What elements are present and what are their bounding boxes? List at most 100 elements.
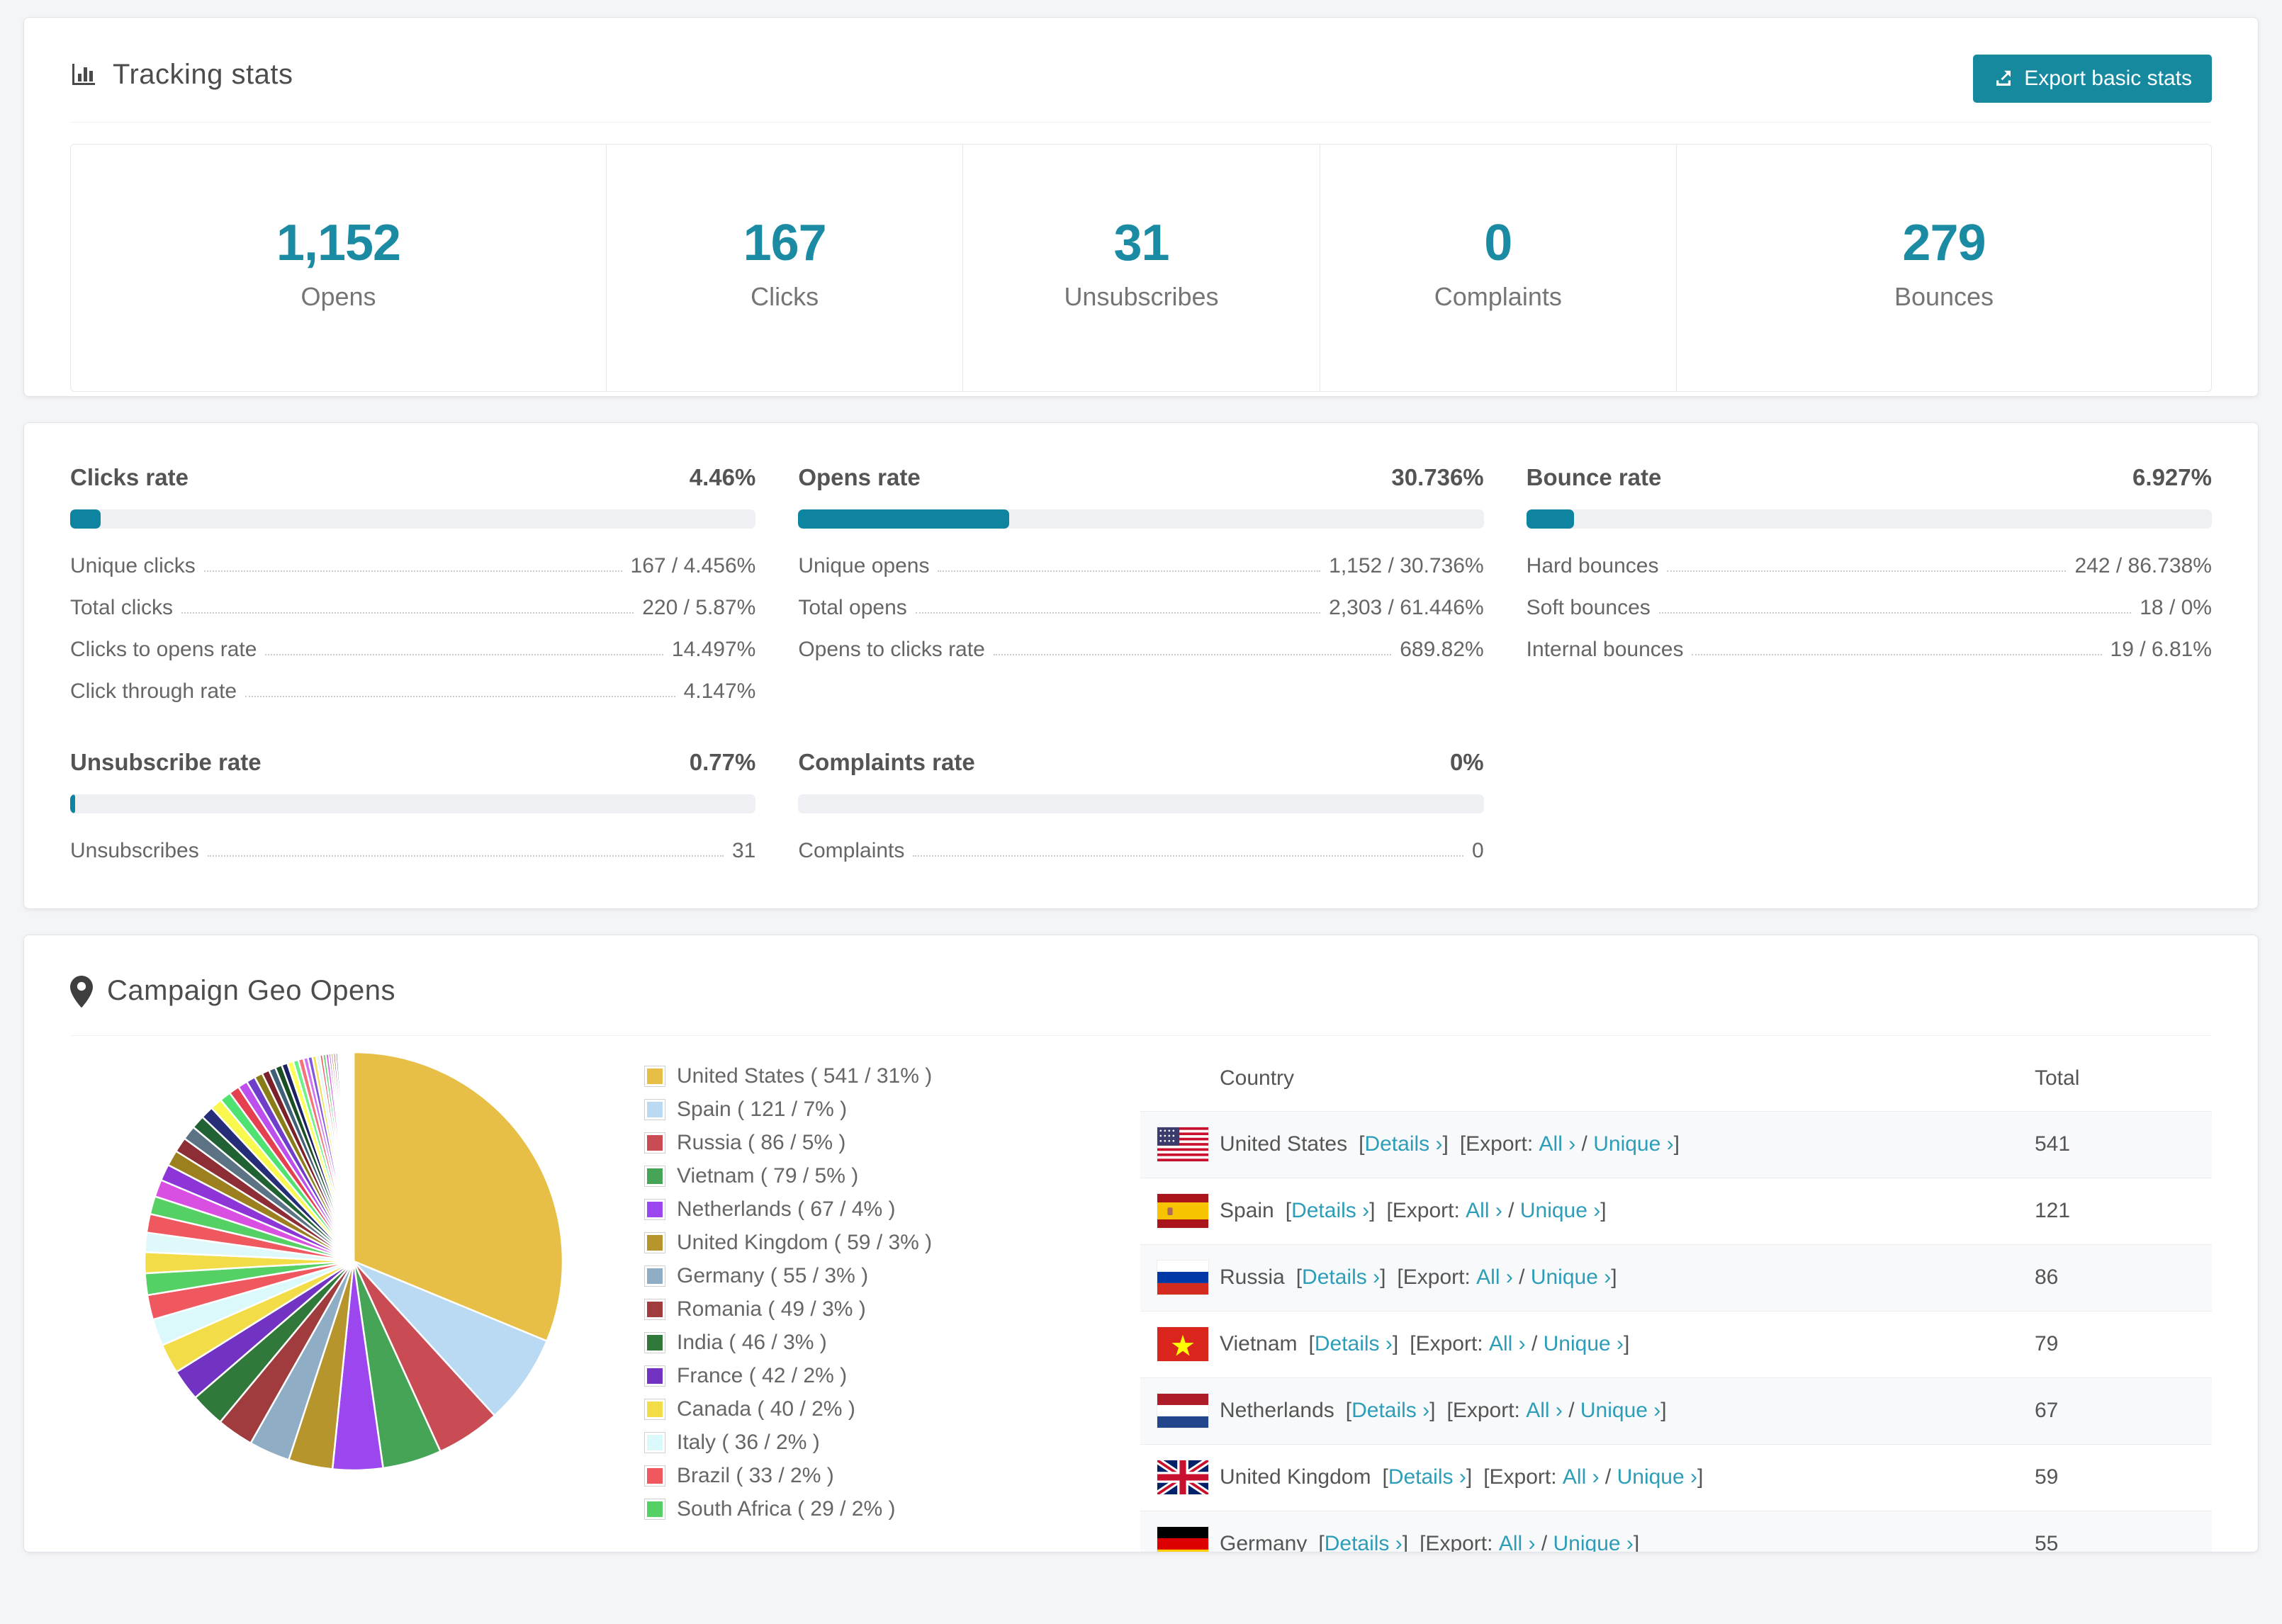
legend-item: Netherlands ( 67 / 4% ) (644, 1197, 1140, 1222)
export-unique-link[interactable]: Unique › (1520, 1199, 1600, 1222)
rate-stat-value: 167 / 4.456% (630, 554, 756, 577)
dotted-leader (265, 654, 663, 655)
rate-stat-row: Unsubscribes 31 (70, 840, 755, 862)
export-all-link[interactable]: All › (1476, 1265, 1513, 1289)
legend-label: United Kingdom ( 59 / 3% ) (677, 1231, 933, 1254)
legend-label: Germany ( 55 / 3% ) (677, 1264, 869, 1287)
legend-swatch (644, 1432, 665, 1453)
legend-label: Netherlands ( 67 / 4% ) (677, 1197, 896, 1221)
details-link[interactable]: Details › (1291, 1199, 1369, 1222)
rate-stat-label: Hard bounces (1526, 554, 1659, 577)
legend-item: Brazil ( 33 / 2% ) (644, 1464, 1140, 1488)
rate-progress-fill (70, 794, 76, 813)
dotted-leader (993, 654, 1392, 655)
pie-legend: United States ( 541 / 31% ) Spain ( 121 … (644, 1046, 1140, 1552)
rate-stat-label: Total clicks (70, 596, 174, 619)
stat-label: Clicks (751, 282, 819, 311)
stat-value: 31 (1113, 215, 1169, 271)
rate-stat-value: 0 (1471, 839, 1484, 862)
rate-progress-track (70, 509, 756, 529)
rate-progress-fill (798, 509, 1009, 529)
export-unique-link[interactable]: Unique › (1531, 1265, 1611, 1289)
rates-row-bottom: Unsubscribe rate 0.77% Unsubscribes 31 C… (70, 749, 2212, 862)
rate-stat-value: 689.82% (1400, 638, 1484, 661)
export-unique-link[interactable]: Unique › (1544, 1332, 1624, 1355)
geo-table-row: United States [Details ›] [Export: All ›… (1140, 1111, 2212, 1178)
country-name: United Kingdom (1220, 1465, 1371, 1489)
rate-stat-row: Total clicks 220 / 5.87% (70, 597, 755, 619)
rates-card: Clicks rate 4.46% Unique clicks 167 / 4.… (23, 422, 2259, 909)
legend-item: Germany ( 55 / 3% ) (644, 1264, 1140, 1288)
details-link[interactable]: Details › (1302, 1265, 1380, 1289)
legend-item: France ( 42 / 2% ) (644, 1364, 1140, 1388)
rate-value: 0.77% (689, 749, 756, 775)
legend-swatch (644, 1265, 665, 1287)
export-unique-link[interactable]: Unique › (1553, 1532, 1634, 1552)
stat-cell: 0 Complaints (1319, 145, 1676, 391)
stat-label: Opens (300, 282, 376, 311)
legend-item: Vietnam ( 79 / 5% ) (644, 1164, 1140, 1188)
details-link[interactable]: Details › (1364, 1132, 1442, 1156)
flag-ru-icon (1157, 1261, 1208, 1295)
export-all-link[interactable]: All › (1526, 1399, 1563, 1422)
rate-stat-label: Unsubscribes (70, 839, 199, 862)
rate-title: Complaints rate (798, 749, 975, 775)
country-total: 67 (2035, 1399, 2059, 1422)
rate-stat-row: Unique opens 1,152 / 30.736% (798, 556, 1483, 577)
stat-label: Complaints (1434, 282, 1562, 311)
export-all-link[interactable]: All › (1563, 1465, 1600, 1489)
geo-table-row: Spain [Details ›] [Export: All › / Uniqu… (1140, 1178, 2212, 1244)
flag-de-icon (1157, 1527, 1208, 1552)
export-unique-link[interactable]: Unique › (1580, 1399, 1660, 1422)
pie-slice[interactable] (352, 1051, 355, 1263)
rate-card: Unsubscribe rate 0.77% Unsubscribes 31 (70, 749, 756, 862)
stat-cell: 279 Bounces (1676, 145, 2211, 391)
flag-nl-icon (1157, 1394, 1208, 1428)
rate-title: Opens rate (798, 464, 921, 490)
export-all-link[interactable]: All › (1489, 1332, 1526, 1355)
export-unique-link[interactable]: Unique › (1593, 1132, 1673, 1156)
geo-table-row: Netherlands [Details ›] [Export: All › /… (1140, 1377, 2212, 1444)
legend-swatch (644, 1399, 665, 1420)
geo-pie-container (70, 1046, 644, 1552)
export-all-link[interactable]: All › (1539, 1132, 1576, 1156)
details-link[interactable]: Details › (1325, 1532, 1403, 1552)
rate-progress-fill (1526, 509, 1574, 529)
legend-item: Canada ( 40 / 2% ) (644, 1397, 1140, 1421)
legend-label: Romania ( 49 / 3% ) (677, 1297, 866, 1321)
bar-chart-icon (70, 61, 99, 89)
rate-stat-row: Complaints 0 (798, 840, 1483, 862)
legend-swatch (644, 1365, 665, 1387)
legend-swatch (644, 1499, 665, 1520)
country-total: 86 (2035, 1265, 2059, 1289)
rate-stat-row: Click through rate 4.147% (70, 681, 755, 702)
details-link[interactable]: Details › (1315, 1332, 1393, 1355)
legend-label: United States ( 541 / 31% ) (677, 1064, 933, 1088)
export-basic-stats-button[interactable]: Export basic stats (1973, 55, 2212, 103)
rate-stat-label: Unique clicks (70, 554, 196, 577)
rate-stat-value: 14.497% (671, 638, 756, 661)
rate-progress-track (1526, 509, 2212, 529)
geo-table-row: Vietnam [Details ›] [Export: All › / Uni… (1140, 1311, 2212, 1377)
details-link[interactable]: Details › (1351, 1399, 1429, 1422)
pie-chart (143, 1051, 564, 1472)
dotted-leader (915, 612, 1321, 614)
legend-item: Romania ( 49 / 3% ) (644, 1297, 1140, 1321)
legend-swatch (644, 1099, 665, 1120)
rate-stat-label: Internal bounces (1526, 638, 1684, 661)
flag-gb-icon (1157, 1460, 1208, 1494)
export-unique-link[interactable]: Unique › (1617, 1465, 1697, 1489)
country-total: 79 (2035, 1332, 2059, 1355)
export-all-link[interactable]: All › (1499, 1532, 1536, 1552)
dotted-leader (1667, 570, 2067, 572)
stat-label: Bounces (1894, 282, 1994, 311)
details-link[interactable]: Details › (1388, 1465, 1466, 1489)
geo-table-header-row: Country Total (1140, 1046, 2212, 1111)
export-all-link[interactable]: All › (1466, 1199, 1502, 1222)
country-total: 541 (2035, 1132, 2071, 1156)
rate-progress-fill (70, 509, 101, 529)
rate-title: Unsubscribe rate (70, 749, 262, 775)
rate-value: 6.927% (2132, 464, 2212, 490)
stat-cell: 167 Clicks (606, 145, 962, 391)
legend-item: Russia ( 86 / 5% ) (644, 1131, 1140, 1155)
